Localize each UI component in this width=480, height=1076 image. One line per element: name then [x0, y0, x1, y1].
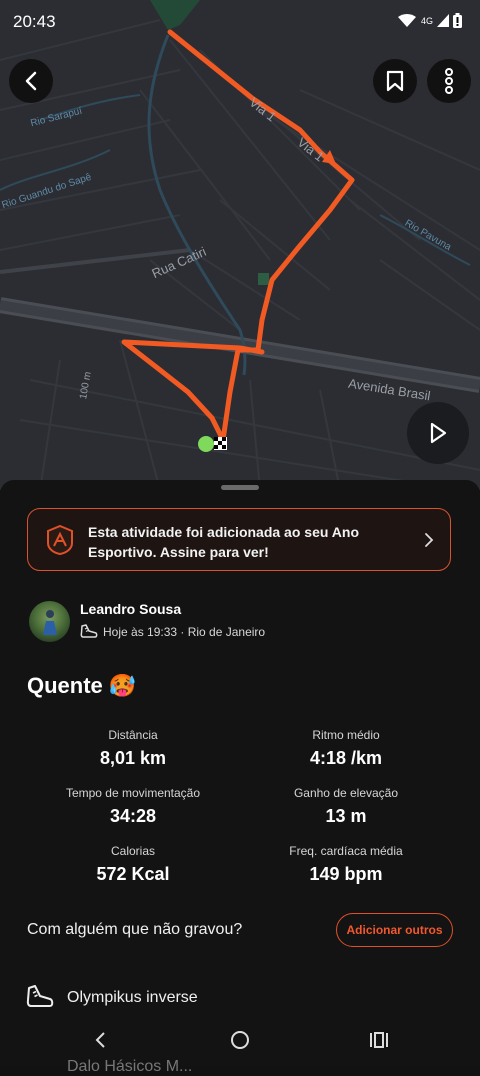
activity-title: Quente 🥵 — [27, 673, 137, 698]
year-in-sport-banner[interactable]: Esta atividade foi adicionada ao seu Ano… — [27, 508, 451, 571]
stat-label: Calorias — [110, 844, 155, 858]
system-nav-bar — [0, 1012, 480, 1066]
chevron-left-icon — [25, 71, 37, 91]
stat-label: Distância — [108, 728, 158, 742]
athlete-name[interactable]: Leandro Sousa — [80, 601, 181, 617]
network-type: 4G — [420, 15, 433, 26]
stat-value: 572 Kcal — [96, 864, 170, 884]
bookmark-button[interactable] — [373, 59, 417, 103]
more-options-button[interactable] — [427, 59, 471, 103]
add-others-button[interactable]: Adicionar outros — [336, 913, 453, 947]
banner-text: Esta atividade foi adicionada ao seu Ano… — [88, 524, 359, 560]
bookmark-icon — [386, 70, 404, 92]
play-flyover-button[interactable] — [407, 402, 469, 464]
stat-distance: Distância 8,01 km — [33, 728, 233, 769]
stat-elevation-gain: Ganho de elevação 13 m — [246, 786, 446, 827]
wifi-icon — [397, 13, 416, 27]
nav-home-button[interactable] — [226, 1026, 254, 1054]
trophy-badge-icon — [47, 525, 73, 555]
nav-recents-button[interactable] — [365, 1026, 393, 1054]
stat-heart-rate: Freq. cardíaca média 149 bpm — [246, 844, 446, 885]
stat-value: 34:28 — [109, 806, 157, 826]
gear-name[interactable]: Olympikus inverse — [67, 989, 198, 1007]
stat-label: Ganho de elevação — [293, 786, 399, 800]
stat-label: Freq. cardíaca média — [289, 844, 403, 858]
shoe-icon — [80, 624, 98, 638]
sheet-drag-handle[interactable] — [221, 485, 259, 490]
shoe-icon — [26, 985, 54, 1007]
chevron-right-icon — [425, 533, 434, 547]
status-icons: 4G — [397, 13, 462, 28]
stat-value: 13 m — [325, 806, 367, 826]
activity-meta: Hoje às 19:33 · Rio de Janeiro — [103, 625, 266, 639]
stat-value: 8,01 km — [99, 748, 167, 768]
stat-value: 149 bpm — [309, 864, 383, 884]
stat-moving-time: Tempo de movimentação 34:28 — [33, 786, 233, 827]
nav-back-button[interactable] — [86, 1026, 114, 1054]
nav-home-icon — [231, 1031, 249, 1049]
stat-value: 4:18 /km — [309, 748, 383, 768]
play-icon — [430, 422, 447, 444]
avatar[interactable] — [29, 601, 70, 642]
battery-icon — [453, 13, 462, 28]
activity-sheet: Esta atividade foi adicionada ao seu Ano… — [0, 480, 480, 1075]
status-time: 20:43 — [13, 12, 56, 31]
more-vertical-icon — [445, 68, 453, 94]
status-bar: 20:43 4G — [0, 0, 480, 44]
nav-back-icon — [95, 1032, 105, 1048]
back-button[interactable] — [9, 59, 53, 103]
nav-recents-icon — [370, 1032, 388, 1048]
cell-signal-icon — [437, 14, 449, 27]
with-others-prompt: Com alguém que não gravou? — [27, 921, 243, 938]
stat-label: Ritmo médio — [312, 728, 380, 742]
stat-pace: Ritmo médio 4:18 /km — [246, 728, 446, 769]
stat-calories: Calorias 572 Kcal — [33, 844, 233, 885]
stat-label: Tempo de movimentação — [65, 786, 201, 800]
avatar-figure — [43, 610, 57, 635]
